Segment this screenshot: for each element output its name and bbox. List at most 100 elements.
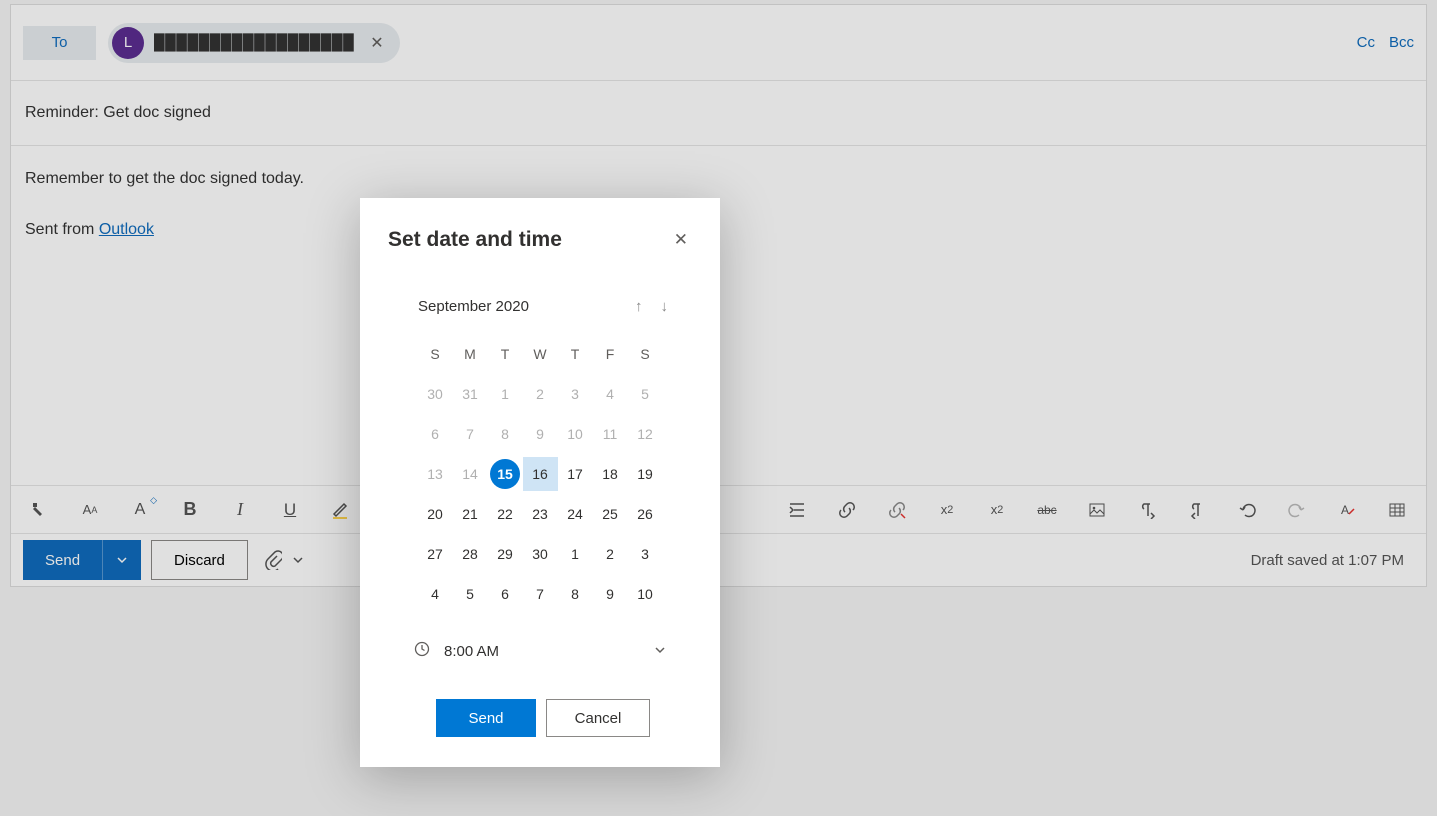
time-dropdown-icon[interactable] [654, 644, 666, 659]
day-cell[interactable]: 15 [490, 459, 520, 489]
day-cell[interactable]: 31 [453, 377, 488, 411]
unlink-icon[interactable] [886, 499, 908, 521]
day-cell[interactable]: 8 [488, 417, 523, 451]
day-cell[interactable]: 5 [453, 577, 488, 611]
cc-link[interactable]: Cc [1357, 34, 1375, 51]
day-cell[interactable]: 5 [628, 377, 663, 411]
bcc-link[interactable]: Bcc [1389, 34, 1414, 51]
strikethrough-icon[interactable]: abc [1036, 499, 1058, 521]
day-cell[interactable]: 7 [453, 417, 488, 451]
day-cell[interactable]: 26 [628, 497, 663, 531]
day-cell[interactable]: 18 [593, 457, 628, 491]
day-cell[interactable]: 21 [453, 497, 488, 531]
day-cell[interactable]: 17 [558, 457, 593, 491]
day-cell[interactable]: 30 [523, 537, 558, 571]
day-cell[interactable]: 4 [593, 377, 628, 411]
day-cell[interactable]: 3 [558, 377, 593, 411]
outlook-link[interactable]: Outlook [99, 221, 154, 238]
insert-picture-icon[interactable] [1086, 499, 1108, 521]
time-row[interactable]: 8:00 AM [388, 641, 692, 661]
italic-icon[interactable]: I [229, 499, 251, 521]
day-cell[interactable]: 6 [488, 577, 523, 611]
day-cell[interactable]: 6 [418, 417, 453, 451]
clear-format-icon[interactable]: A [1336, 499, 1358, 521]
subscript-icon[interactable]: x2 [986, 499, 1008, 521]
day-cell[interactable]: 30 [418, 377, 453, 411]
subject-field[interactable]: Reminder: Get doc signed [11, 81, 1426, 146]
day-cell[interactable]: 1 [558, 537, 593, 571]
superscript-icon[interactable]: x2 [936, 499, 958, 521]
clock-icon [414, 641, 430, 661]
to-row: To L ██████████████████ ✕ Cc Bcc [11, 5, 1426, 81]
day-cell[interactable]: 12 [628, 417, 663, 451]
day-cell[interactable]: 25 [593, 497, 628, 531]
bold-icon[interactable]: B [179, 499, 201, 521]
body-sent-prefix: Sent from [25, 221, 99, 238]
modal-send-button[interactable]: Send [436, 699, 536, 737]
day-cell[interactable]: 20 [418, 497, 453, 531]
day-cell[interactable]: 28 [453, 537, 488, 571]
day-cell[interactable]: 16 [523, 457, 558, 491]
day-cell[interactable]: 10 [628, 577, 663, 611]
day-cell[interactable]: 24 [558, 497, 593, 531]
dow-cell: T [488, 337, 523, 371]
recipient-pill[interactable]: L ██████████████████ ✕ [108, 23, 400, 63]
day-cell[interactable]: 2 [593, 537, 628, 571]
table-icon[interactable] [1386, 499, 1408, 521]
indent-icon[interactable] [786, 499, 808, 521]
modal-header: Set date and time ✕ [388, 226, 692, 254]
attach-icon[interactable] [264, 550, 282, 570]
day-cell[interactable]: 19 [628, 457, 663, 491]
highlight-icon[interactable] [329, 499, 351, 521]
week-row: 13141516171819 [388, 457, 692, 491]
close-icon[interactable]: ✕ [670, 226, 692, 254]
underline-icon[interactable]: U [279, 499, 301, 521]
day-cell[interactable]: 11 [593, 417, 628, 451]
draft-status: Draft saved at 1:07 PM [1251, 552, 1404, 569]
format-painter-icon[interactable] [29, 499, 51, 521]
svg-text:A: A [1341, 503, 1349, 517]
to-button[interactable]: To [23, 26, 96, 60]
dow-cell: S [628, 337, 663, 371]
day-cell[interactable]: 1 [488, 377, 523, 411]
font-size-icon[interactable]: AA [79, 499, 101, 521]
font-case-icon[interactable]: A◇ [129, 499, 151, 521]
modal-title: Set date and time [388, 228, 562, 252]
send-button[interactable]: Send [23, 540, 103, 580]
week-row: 6789101112 [388, 417, 692, 451]
redo-icon[interactable] [1286, 499, 1308, 521]
day-cell[interactable]: 13 [418, 457, 453, 491]
day-cell[interactable]: 8 [558, 577, 593, 611]
day-cell[interactable]: 10 [558, 417, 593, 451]
day-cell[interactable]: 9 [523, 417, 558, 451]
month-label[interactable]: September 2020 [418, 298, 529, 315]
dow-cell: T [558, 337, 593, 371]
dow-cell: M [453, 337, 488, 371]
next-month-icon[interactable]: ↓ [661, 298, 669, 315]
dow-row: SMTWTFS [388, 337, 692, 371]
link-icon[interactable] [836, 499, 858, 521]
ltr-icon[interactable] [1136, 499, 1158, 521]
day-cell[interactable]: 7 [523, 577, 558, 611]
recipient-name: ██████████████████ [154, 34, 354, 51]
day-cell[interactable]: 27 [418, 537, 453, 571]
day-cell[interactable]: 22 [488, 497, 523, 531]
discard-button[interactable]: Discard [151, 540, 248, 580]
modal-cancel-button[interactable]: Cancel [546, 699, 650, 737]
day-cell[interactable]: 29 [488, 537, 523, 571]
day-cell[interactable]: 3 [628, 537, 663, 571]
day-cell[interactable]: 2 [523, 377, 558, 411]
remove-recipient-icon[interactable]: ✕ [364, 29, 389, 57]
day-cell[interactable]: 4 [418, 577, 453, 611]
send-dropdown-icon[interactable] [103, 540, 141, 580]
month-row: September 2020 ↑ ↓ [388, 298, 692, 315]
avatar: L [112, 27, 144, 59]
attach-dropdown-icon[interactable] [292, 554, 304, 566]
day-cell[interactable]: 23 [523, 497, 558, 531]
rtl-icon[interactable] [1186, 499, 1208, 521]
day-cell[interactable]: 9 [593, 577, 628, 611]
undo-icon[interactable] [1236, 499, 1258, 521]
prev-month-icon[interactable]: ↑ [635, 298, 643, 315]
day-cell[interactable]: 14 [453, 457, 488, 491]
schedule-modal: Set date and time ✕ September 2020 ↑ ↓ S… [360, 198, 720, 767]
